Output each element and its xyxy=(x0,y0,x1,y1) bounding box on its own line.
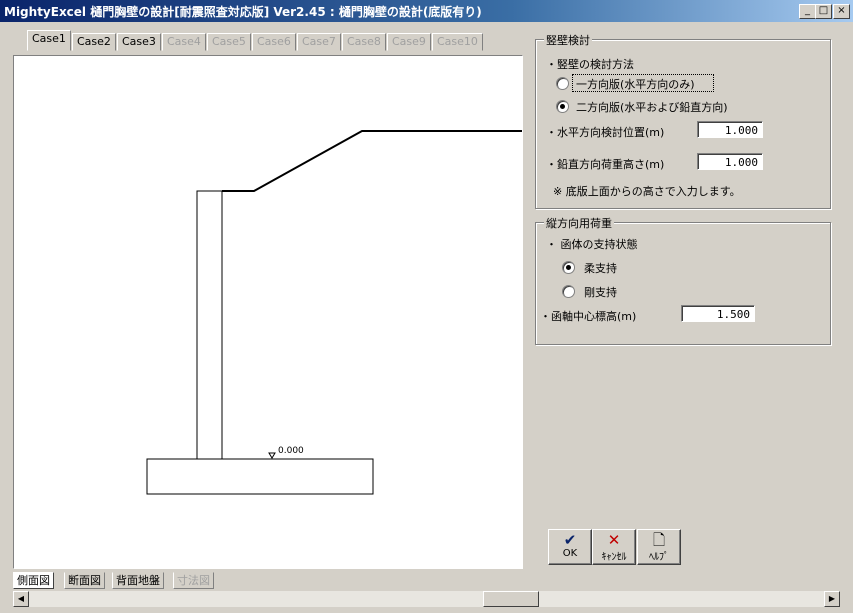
tab-section-view[interactable]: 断面図 xyxy=(64,572,105,589)
longitudinal-load-title: 縦方向用荷重 xyxy=(544,215,614,231)
wall-check-title: 竪壁検討 xyxy=(544,32,592,48)
tab-case7: Case7 xyxy=(297,33,341,51)
tab-dimension: 寸法図 xyxy=(173,572,214,589)
radio-flexible[interactable] xyxy=(562,261,575,274)
tab-case3[interactable]: Case3 xyxy=(117,33,161,51)
center-elevation-label: ・函軸中心標高(m) xyxy=(540,310,637,323)
maximize-button[interactable]: □ xyxy=(815,4,832,19)
tab-case4: Case4 xyxy=(162,33,206,51)
wall-method-label: ・竪壁の検討方法 xyxy=(546,58,634,71)
support-label: ・ 函体の支持状態 xyxy=(546,238,638,251)
ok-button-label: OK xyxy=(562,548,578,559)
radio-one-way[interactable] xyxy=(556,77,569,90)
scroll-thumb[interactable] xyxy=(483,591,539,607)
tab-case2[interactable]: Case2 xyxy=(72,33,116,51)
cancel-button[interactable]: ✕ ｷｬﾝｾﾙ xyxy=(592,529,636,565)
radio-two-way[interactable] xyxy=(556,100,569,113)
window-title: MightyExcel 樋門胸壁の設計[耐震照査対応版] Ver2.45 : 樋… xyxy=(4,5,482,19)
tab-backfill[interactable]: 背面地盤 xyxy=(112,572,164,589)
cancel-button-label: ｷｬﾝｾﾙ xyxy=(601,552,627,563)
close-button[interactable]: × xyxy=(833,4,850,19)
title-bar[interactable]: MightyExcel 樋門胸壁の設計[耐震照査対応版] Ver2.45 : 樋… xyxy=(0,0,853,22)
level-marker-icon xyxy=(268,452,276,459)
tab-case1[interactable]: Case1 xyxy=(27,30,71,51)
radio-rigid[interactable] xyxy=(562,285,575,298)
wall-note: ※ 底版上面からの高さで入力します。 xyxy=(553,185,741,198)
horizontal-pos-input[interactable]: 1.000 xyxy=(697,121,763,138)
ok-button[interactable]: ✔ OK xyxy=(548,529,592,565)
tab-case8: Case8 xyxy=(342,33,386,51)
horizontal-pos-label: ・水平方向検討位置(m) xyxy=(546,126,665,139)
radio-one-way-label[interactable]: 一方向版(水平方向のみ) xyxy=(576,76,695,92)
document-icon: 🗋 xyxy=(652,531,666,549)
tab-case10: Case10 xyxy=(432,33,483,51)
vertical-load-input[interactable]: 1.000 xyxy=(697,153,763,170)
center-elevation-input[interactable]: 1.500 xyxy=(681,305,755,322)
horizontal-scrollbar[interactable]: ◀ ▶ xyxy=(13,591,840,607)
tab-case6: Case6 xyxy=(252,33,296,51)
radio-rigid-label[interactable]: 剛支持 xyxy=(584,284,617,300)
tab-case9: Case9 xyxy=(387,33,431,51)
tab-case5: Case5 xyxy=(207,33,251,51)
side-view-drawing xyxy=(146,130,522,495)
minimize-button[interactable]: _ xyxy=(799,4,816,19)
cancel-x-icon: ✕ xyxy=(607,531,621,549)
tab-side-view[interactable]: 側面図 xyxy=(13,572,54,589)
help-button[interactable]: 🗋 ﾍﾙﾌﾟ xyxy=(637,529,681,565)
check-icon: ✔ xyxy=(563,531,577,549)
radio-flexible-label[interactable]: 柔支持 xyxy=(584,260,617,276)
wall-stem xyxy=(196,190,223,460)
vertical-load-label: ・鉛直方向荷重高さ(m) xyxy=(546,158,665,171)
scroll-right-icon[interactable]: ▶ xyxy=(824,591,840,607)
level-label: 0.000 xyxy=(278,446,304,456)
help-button-label: ﾍﾙﾌﾟ xyxy=(649,552,669,563)
backfill-line xyxy=(222,130,522,192)
base-slab xyxy=(146,458,374,495)
drawing-canvas[interactable]: 0.000 xyxy=(13,55,523,569)
scroll-left-icon[interactable]: ◀ xyxy=(13,591,29,607)
radio-two-way-label[interactable]: 二方向版(水平および鉛直方向) xyxy=(576,99,728,115)
